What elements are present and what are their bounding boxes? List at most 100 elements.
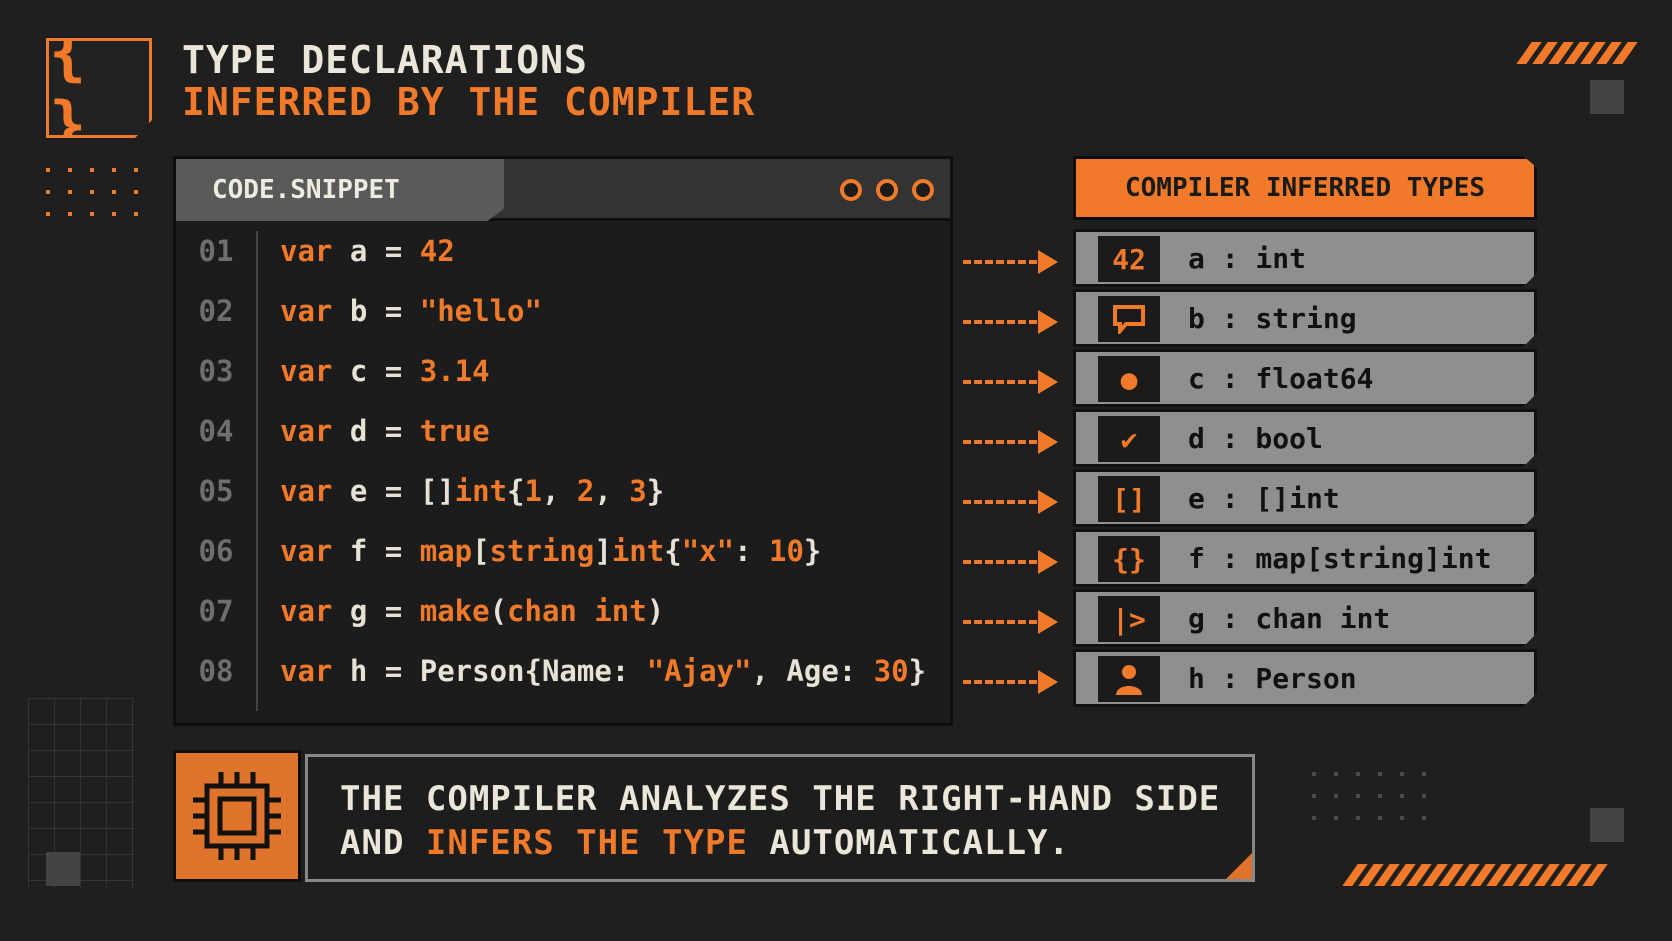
code-line: 08 var h = Person{Name: "Ajay", Age: 30} — [176, 641, 950, 701]
decorative-stripes — [1342, 864, 1608, 886]
type-label: h : Person — [1188, 661, 1357, 695]
code-token: , — [541, 474, 577, 508]
code-token: { — [664, 534, 682, 568]
type-row: [] e : []int — [1073, 469, 1537, 527]
line-number: 08 — [198, 654, 234, 688]
types-panel-heading: COMPILER INFERRED TYPES — [1073, 156, 1537, 220]
line-number: 06 — [198, 534, 234, 568]
variable-name: h — [349, 654, 368, 688]
speech-bubble-icon — [1098, 296, 1160, 342]
line-number: 07 — [198, 594, 234, 628]
decorative-square — [1590, 808, 1624, 842]
code-token: true — [419, 414, 490, 448]
code-token: "x" — [681, 534, 735, 568]
keyword: var — [280, 474, 333, 508]
code-token: 2 — [576, 474, 595, 508]
variable-name: b — [349, 294, 368, 328]
code-token: 3 — [629, 474, 647, 508]
banner-line-1: THE COMPILER ANALYZES THE RIGHT-HAND SID… — [340, 779, 1221, 819]
code-token: [] — [419, 474, 455, 508]
dot-icon: ● — [1098, 356, 1160, 402]
code-line: 05 var e = []int{1, 2, 3} — [176, 461, 950, 521]
banner-text: AND — [340, 823, 426, 863]
code-line: 03 var c = 3.14 — [176, 341, 950, 401]
code-text: var e = []int{1, 2, 3} — [256, 474, 664, 508]
code-token: , Age: — [751, 654, 874, 688]
explanation-banner: THE COMPILER ANALYZES THE RIGHT-HAND SID… — [305, 754, 1255, 882]
variable-name: c — [349, 354, 368, 388]
code-token: 42 — [419, 234, 455, 268]
arrow-icon — [963, 610, 1058, 634]
variable-name: f — [349, 534, 368, 568]
decorative-dot-grid — [46, 168, 138, 216]
assign-operator: = — [384, 294, 403, 328]
person-icon — [1098, 656, 1160, 702]
arrow-icon — [963, 490, 1058, 514]
line-number: 01 — [198, 234, 234, 268]
code-token: 30 — [873, 654, 909, 688]
type-row: |> g : chan int — [1073, 589, 1537, 647]
code-token: string — [489, 534, 595, 568]
window-dot-icon[interactable] — [840, 179, 862, 201]
decorative-stripes — [1516, 42, 1638, 64]
code-token: 10 — [769, 534, 804, 568]
page-title: TYPE DECLARATIONS — [182, 38, 588, 82]
code-text: var c = 3.14 — [256, 354, 490, 388]
code-line: 04 var d = true — [176, 401, 950, 461]
code-text: var g = make(chan int) — [256, 594, 664, 628]
code-text: var f = map[string]int{"x": 10} — [256, 534, 821, 568]
banner-highlight: INFERS THE TYPE — [425, 823, 748, 863]
line-number: 02 — [198, 294, 234, 328]
assign-operator: = — [384, 474, 403, 508]
type-row: b : string — [1073, 289, 1537, 347]
code-token: , — [594, 474, 630, 508]
line-number: 03 — [198, 354, 234, 388]
keyword: var — [280, 654, 333, 688]
code-token: ( — [489, 594, 508, 628]
code-token: { — [507, 474, 525, 508]
type-label: d : bool — [1188, 421, 1323, 455]
assign-operator: = — [384, 534, 403, 568]
code-token: } — [646, 474, 665, 508]
type-row: h : Person — [1073, 649, 1537, 707]
code-tab[interactable]: CODE.SNIPPET — [176, 159, 504, 221]
decorative-grid — [28, 698, 134, 888]
channel-icon: |> — [1098, 596, 1160, 642]
line-number: 04 — [198, 414, 234, 448]
code-token: 3.14 — [419, 354, 490, 388]
decorative-square — [1590, 80, 1624, 114]
assign-operator: = — [384, 654, 403, 688]
keyword: var — [280, 414, 333, 448]
keyword: var — [280, 294, 333, 328]
arrow-icon — [963, 550, 1058, 574]
code-token: int — [454, 474, 508, 508]
type-label: e : []int — [1188, 481, 1340, 515]
code-token: int — [611, 534, 665, 568]
type-row: ● c : float64 — [1073, 349, 1537, 407]
code-token: 1 — [524, 474, 542, 508]
code-token: "Ajay" — [646, 654, 752, 688]
code-text: var a = 42 — [256, 234, 455, 268]
code-line: 01 var a = 42 — [176, 221, 950, 281]
code-token: Person{Name: — [419, 654, 647, 688]
type-label: b : string — [1188, 301, 1357, 335]
code-text: var b = "hello" — [256, 294, 542, 328]
variable-name: d — [349, 414, 368, 448]
window-dot-icon[interactable] — [912, 179, 934, 201]
code-line: 07 var g = make(chan int) — [176, 581, 950, 641]
chip-panel — [173, 750, 301, 882]
braces-icon: { } — [49, 15, 91, 161]
arrow-icon — [963, 370, 1058, 394]
decorative-dot-grid — [1312, 772, 1426, 820]
banner-line-2: AND INFERS THE TYPE AUTOMATICALLY. — [340, 821, 1252, 865]
arrow-icon — [963, 310, 1058, 334]
chip-icon — [193, 772, 281, 860]
keyword: var — [280, 234, 333, 268]
code-token: make — [419, 594, 490, 628]
code-token: ) — [646, 594, 665, 628]
arrow-icon — [963, 430, 1058, 454]
type-label: a : int — [1188, 241, 1307, 275]
type-label: g : chan int — [1188, 601, 1391, 635]
braces-logo: { } — [46, 38, 152, 138]
window-dot-icon[interactable] — [876, 179, 898, 201]
